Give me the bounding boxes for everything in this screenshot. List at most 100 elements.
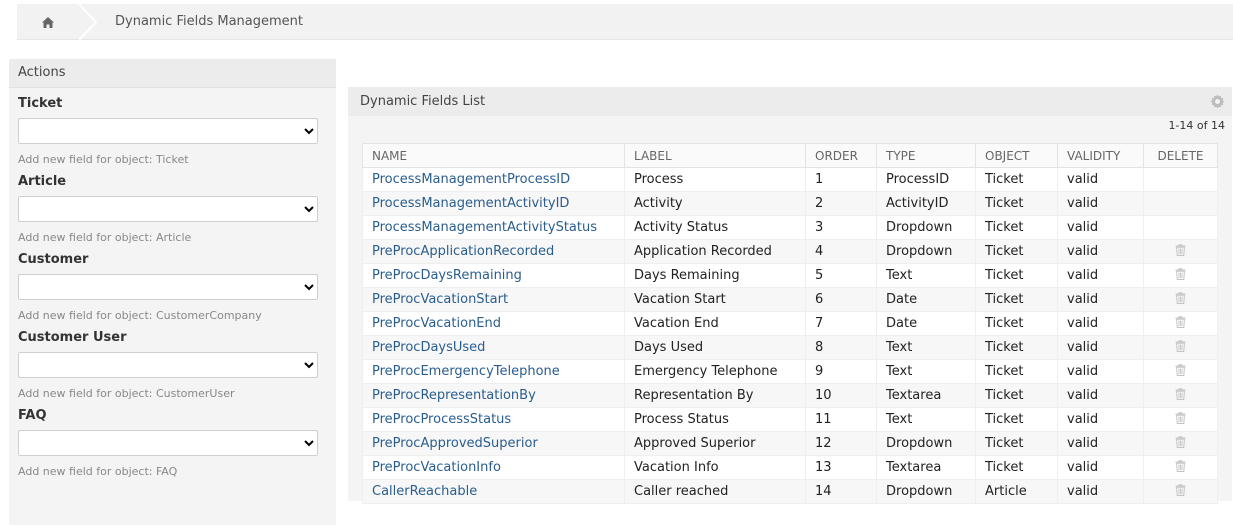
field-object-cell: Ticket xyxy=(975,335,1058,360)
field-name-link[interactable]: CallerReachable xyxy=(372,484,477,499)
table-row[interactable]: ProcessManagementActivityStatus Activity … xyxy=(362,215,1218,240)
trash-icon[interactable] xyxy=(1175,435,1186,448)
table-row[interactable]: PreProcVacationStart Vacation Start 6 Date T… xyxy=(362,287,1218,312)
column-header-delete: DELETE xyxy=(1143,143,1218,168)
field-name-link[interactable]: PreProcDaysUsed xyxy=(372,340,485,355)
field-label-cell: Process xyxy=(624,167,806,192)
object-group-faq: FAQ Add new field for object: FAQ xyxy=(9,408,336,478)
table-row[interactable]: ProcessManagementProcessID Process 1 Proces… xyxy=(362,167,1218,192)
object-title: Article xyxy=(18,174,67,189)
trash-icon[interactable] xyxy=(1175,363,1186,376)
column-header-validity[interactable]: VALIDITY xyxy=(1057,143,1144,168)
field-name-cell: PreProcEmergencyTelephone xyxy=(362,359,625,384)
field-type-cell: Text xyxy=(876,263,976,288)
object-title: Customer xyxy=(18,252,89,267)
table-row[interactable]: PreProcEmergencyTelephone Emergency Telep… xyxy=(362,359,1218,384)
field-validity-cell: valid xyxy=(1057,287,1144,312)
field-name-link[interactable]: ProcessManagementActivityID xyxy=(372,196,569,211)
field-validity-cell: valid xyxy=(1057,311,1144,336)
field-order-cell: 8 xyxy=(805,335,877,360)
add-field-select-customer-user[interactable] xyxy=(18,352,318,378)
object-group-customer-user: Customer User Add new field for object: C… xyxy=(9,330,336,400)
table-row[interactable]: PreProcRepresentationBy Representation By… xyxy=(362,383,1218,408)
field-type-cell: Textarea xyxy=(876,383,976,408)
actions-title: Actions xyxy=(9,59,336,88)
field-object-cell: Ticket xyxy=(975,455,1058,480)
table-row[interactable]: CallerReachable Caller reached 14 Dropdown A… xyxy=(362,479,1218,504)
column-header-type[interactable]: TYPE xyxy=(876,143,976,168)
field-object-cell: Ticket xyxy=(975,239,1058,264)
column-header-object[interactable]: OBJECT xyxy=(975,143,1058,168)
field-name-cell: CallerReachable xyxy=(362,479,625,504)
table-row[interactable]: PreProcVacationInfo Vacation Info 13 Textar… xyxy=(362,455,1218,480)
trash-icon[interactable] xyxy=(1175,459,1186,472)
table-row[interactable]: PreProcApprovedSuperior Approved Superior… xyxy=(362,431,1218,456)
field-name-link[interactable]: PreProcVacationStart xyxy=(372,292,508,307)
field-name-link[interactable]: ProcessManagementProcessID xyxy=(372,172,570,187)
trash-icon[interactable] xyxy=(1175,291,1186,304)
field-name-link[interactable]: PreProcVacationEnd xyxy=(372,316,501,331)
field-object-cell: Ticket xyxy=(975,287,1058,312)
object-title: Customer User xyxy=(18,330,127,345)
add-field-select-faq[interactable] xyxy=(18,430,318,456)
field-order-cell: 7 xyxy=(805,311,877,336)
field-name-link[interactable]: PreProcApplicationRecorded xyxy=(372,244,554,259)
breadcrumb-separator xyxy=(79,4,97,40)
field-order-cell: 9 xyxy=(805,359,877,384)
trash-icon[interactable] xyxy=(1175,315,1186,328)
field-order-cell: 5 xyxy=(805,263,877,288)
trash-icon[interactable] xyxy=(1175,243,1186,256)
field-name-link[interactable]: ProcessManagementActivityStatus xyxy=(372,220,597,235)
field-delete-cell xyxy=(1143,383,1218,408)
add-field-hint: Add new field for object: CustomerUser xyxy=(18,387,235,400)
add-field-select-customer[interactable] xyxy=(18,274,318,300)
field-label-cell: Application Recorded xyxy=(624,239,806,264)
field-name-link[interactable]: PreProcVacationInfo xyxy=(372,460,501,475)
field-type-cell: Text xyxy=(876,407,976,432)
field-label-cell: Activity Status xyxy=(624,215,806,240)
field-type-cell: Dropdown xyxy=(876,479,976,504)
trash-icon[interactable] xyxy=(1175,387,1186,400)
field-name-link[interactable]: PreProcEmergencyTelephone xyxy=(372,364,560,379)
field-label-cell: Days Used xyxy=(624,335,806,360)
table-row[interactable]: PreProcProcessStatus Process Status 11 Text… xyxy=(362,407,1218,432)
column-header-order[interactable]: ORDER xyxy=(805,143,877,168)
field-object-cell: Ticket xyxy=(975,431,1058,456)
field-delete-cell xyxy=(1143,407,1218,432)
field-name-cell: PreProcVacationStart xyxy=(362,287,625,312)
table-row[interactable]: ProcessManagementActivityID Activity 2 Acti… xyxy=(362,191,1218,216)
gear-icon[interactable] xyxy=(1210,94,1225,109)
trash-icon[interactable] xyxy=(1175,411,1186,424)
field-delete-cell xyxy=(1143,431,1218,456)
table-row[interactable]: PreProcDaysRemaining Days Remaining 5 Text T… xyxy=(362,263,1218,288)
table-header-row: NAME LABEL ORDER TYPE OBJECT VALIDITY DE… xyxy=(362,143,1218,168)
field-type-cell: Text xyxy=(876,359,976,384)
field-order-cell: 10 xyxy=(805,383,877,408)
add-field-select-article[interactable] xyxy=(18,196,318,222)
trash-icon[interactable] xyxy=(1175,267,1186,280)
field-name-cell: PreProcDaysUsed xyxy=(362,335,625,360)
field-object-cell: Ticket xyxy=(975,407,1058,432)
field-name-link[interactable]: PreProcApprovedSuperior xyxy=(372,436,538,451)
column-header-name[interactable]: NAME xyxy=(362,143,625,168)
field-name-link[interactable]: PreProcRepresentationBy xyxy=(372,388,536,403)
field-delete-cell xyxy=(1143,167,1218,192)
trash-icon[interactable] xyxy=(1175,339,1186,352)
field-name-cell: PreProcApprovedSuperior xyxy=(362,431,625,456)
trash-icon[interactable] xyxy=(1175,483,1186,496)
field-name-link[interactable]: PreProcDaysRemaining xyxy=(372,268,522,283)
field-delete-cell xyxy=(1143,335,1218,360)
table-row[interactable]: PreProcDaysUsed Days Used 8 Text Ticket valid xyxy=(362,335,1218,360)
table-row[interactable]: PreProcApplicationRecorded Application Re… xyxy=(362,239,1218,264)
table-row[interactable]: PreProcVacationEnd Vacation End 7 Date Ticke… xyxy=(362,311,1218,336)
field-type-cell: Dropdown xyxy=(876,431,976,456)
field-label-cell: Caller reached xyxy=(624,479,806,504)
home-link[interactable] xyxy=(17,4,79,40)
field-object-cell: Ticket xyxy=(975,191,1058,216)
column-header-label[interactable]: LABEL xyxy=(624,143,806,168)
field-type-cell: Text xyxy=(876,335,976,360)
add-field-select-ticket[interactable] xyxy=(18,118,318,144)
field-label-cell: Emergency Telephone xyxy=(624,359,806,384)
field-name-link[interactable]: PreProcProcessStatus xyxy=(372,412,511,427)
actions-panel: Actions Ticket Add new field for object: … xyxy=(9,59,336,525)
